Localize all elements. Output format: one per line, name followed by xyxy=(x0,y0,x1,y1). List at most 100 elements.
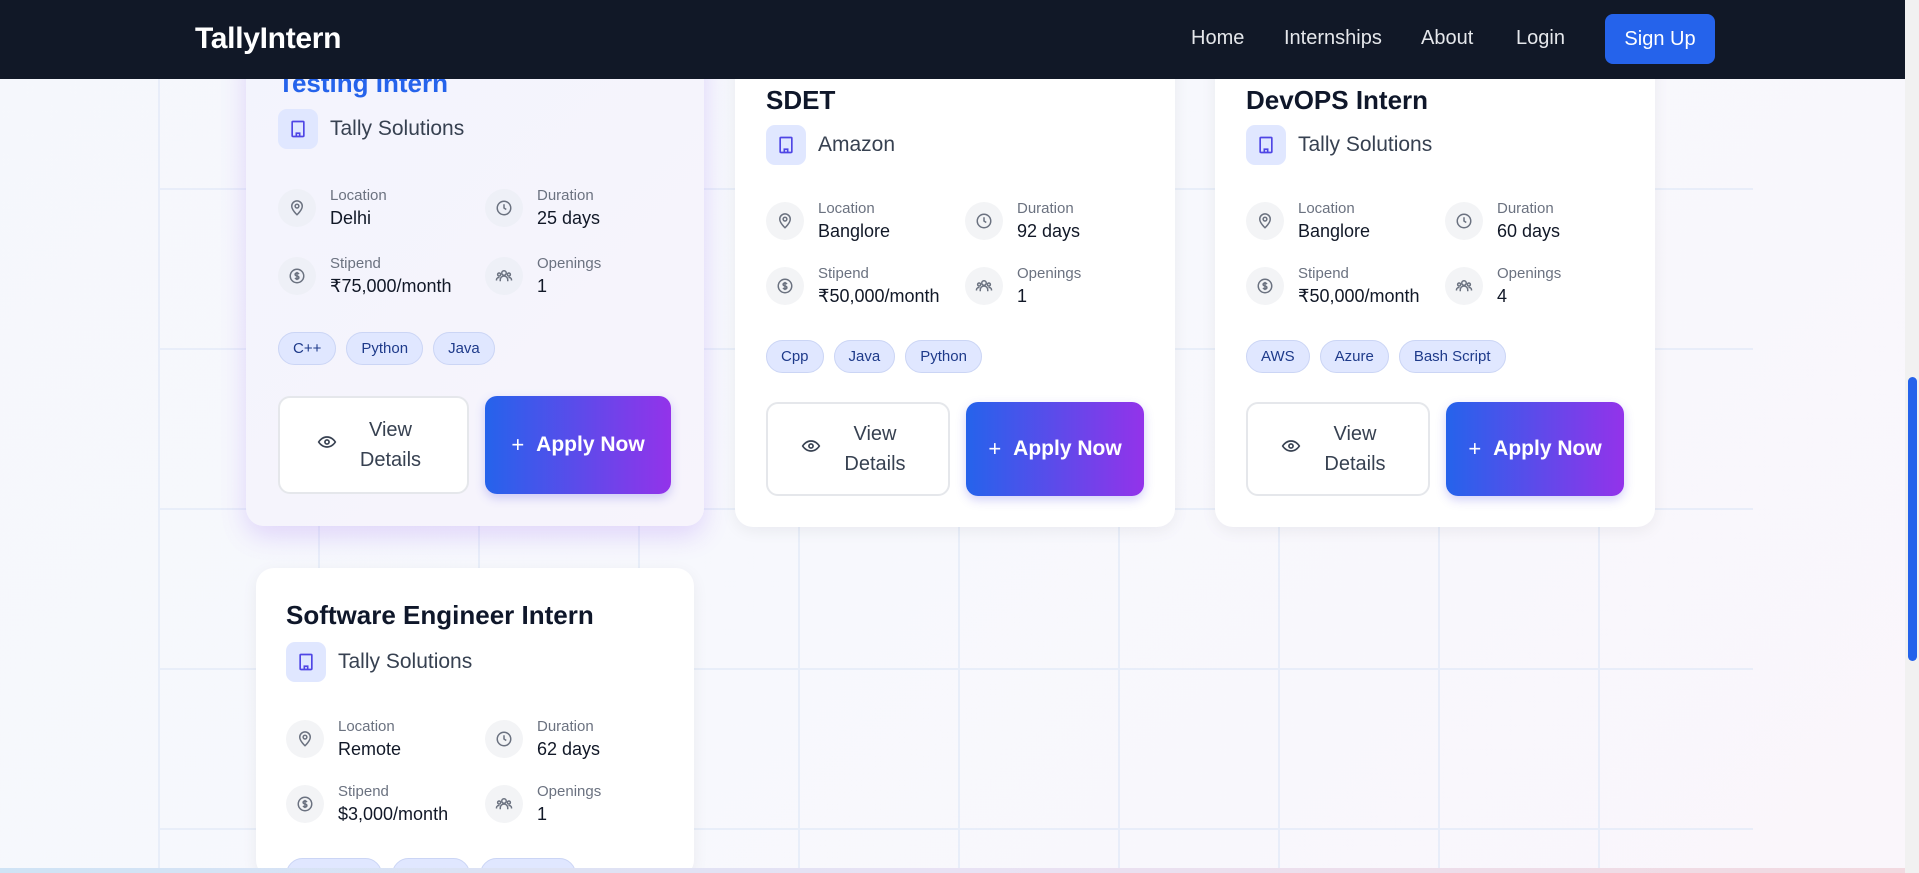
apply-now-button[interactable]: + Apply Now xyxy=(1446,402,1624,496)
internship-card: SDET Amazon Location Banglore Duration 92 … xyxy=(735,40,1175,527)
brand-logo[interactable]: TallyIntern xyxy=(195,22,341,56)
company: Tally Solutions xyxy=(278,109,464,149)
users-icon xyxy=(1445,267,1483,305)
eye-icon xyxy=(1281,436,1301,462)
info-label: Duration xyxy=(537,718,594,735)
info-label: Openings xyxy=(1017,265,1082,282)
users-icon xyxy=(485,257,523,295)
stipend-info: Stipend ₹75,000/month xyxy=(278,254,452,299)
location-value: Banglore xyxy=(818,221,891,241)
map-pin-icon xyxy=(1246,202,1284,240)
view-details-button[interactable]: View Details xyxy=(278,396,469,494)
company-name: Amazon xyxy=(818,133,896,156)
apply-now-label: Apply Now xyxy=(1493,437,1602,460)
location-info: Location Banglore xyxy=(1246,199,1370,244)
map-pin-icon xyxy=(286,720,324,758)
clock-icon xyxy=(485,189,523,227)
stipend-info: Stipend $3,000/month xyxy=(286,782,448,827)
info-label: Location xyxy=(338,718,395,735)
location-info: Location Banglore xyxy=(766,199,890,244)
duration-info: Duration 92 days xyxy=(965,199,1080,244)
nav-internships[interactable]: Internships xyxy=(1284,27,1382,50)
apply-now-button[interactable]: + Apply Now xyxy=(485,396,671,494)
building-icon xyxy=(1246,125,1286,165)
company: Tally Solutions xyxy=(1246,125,1432,165)
building-icon xyxy=(278,109,318,149)
skill-tag: Bash Script xyxy=(1398,340,1506,373)
skill-tag: AWS xyxy=(1246,340,1310,373)
view-details-button[interactable]: View Details xyxy=(1246,402,1430,496)
info-label: Location xyxy=(1298,200,1355,217)
openings-info: Openings 4 xyxy=(1445,264,1561,309)
map-pin-icon xyxy=(766,202,804,240)
skill-tag: Cpp xyxy=(766,340,824,373)
nav-about[interactable]: About xyxy=(1421,27,1473,50)
info-label: Stipend xyxy=(1298,265,1349,282)
view-details-label: View Details xyxy=(1324,423,1386,475)
view-details-label: View Details xyxy=(844,423,906,475)
company-name: Tally Solutions xyxy=(330,117,465,140)
stipend-value: ₹75,000/month xyxy=(330,276,452,296)
stipend-value: $3,000/month xyxy=(338,804,449,824)
nav-login[interactable]: Login xyxy=(1516,27,1565,50)
skill-tags: C++ Python Java xyxy=(278,332,495,365)
stipend-info: Stipend ₹50,000/month xyxy=(1246,264,1420,309)
openings-value: 1 xyxy=(1017,286,1028,306)
scrollbar[interactable] xyxy=(1905,0,1919,873)
duration-info: Duration 60 days xyxy=(1445,199,1560,244)
company-name: Tally Solutions xyxy=(338,650,473,673)
openings-info: Openings 1 xyxy=(965,264,1081,309)
dollar-icon xyxy=(278,257,316,295)
location-value: Banglore xyxy=(1298,221,1371,241)
skill-tags: AWS Azure Bash Script xyxy=(1246,340,1506,373)
duration-info: Duration 25 days xyxy=(485,186,600,231)
sign-up-button[interactable]: Sign Up xyxy=(1605,14,1715,64)
skill-tag: Java xyxy=(833,340,896,373)
skill-tag: Python xyxy=(905,340,982,373)
info-label: Openings xyxy=(537,783,602,800)
view-details-button[interactable]: View Details xyxy=(766,402,950,496)
stipend-value: ₹50,000/month xyxy=(1298,286,1420,306)
plus-icon: + xyxy=(1468,436,1482,461)
duration-value: 92 days xyxy=(1017,221,1081,241)
clock-icon xyxy=(1445,202,1483,240)
map-pin-icon xyxy=(278,189,316,227)
info-label: Duration xyxy=(1497,200,1554,217)
info-label: Location xyxy=(330,187,387,204)
openings-value: 1 xyxy=(537,804,548,824)
clock-icon xyxy=(965,202,1003,240)
users-icon xyxy=(965,267,1003,305)
info-label: Location xyxy=(818,200,875,217)
scrollbar-thumb[interactable] xyxy=(1908,377,1917,661)
apply-now-button[interactable]: + Apply Now xyxy=(966,402,1144,496)
clock-icon xyxy=(485,720,523,758)
company-name: Tally Solutions xyxy=(1298,133,1433,156)
skill-tag: Azure xyxy=(1319,340,1389,373)
stipend-value: ₹50,000/month xyxy=(818,286,940,306)
internship-card: Software Engineer Intern Tally Solutions… xyxy=(256,568,694,873)
view-details-label: View Details xyxy=(359,419,422,471)
users-icon xyxy=(485,785,523,823)
location-info: Location Delhi xyxy=(278,186,387,231)
dollar-icon xyxy=(766,267,804,305)
skill-tag: C++ xyxy=(278,332,337,365)
card-title: DevOPS Intern xyxy=(1246,85,1429,115)
nav-home[interactable]: Home xyxy=(1191,27,1244,50)
apply-now-label: Apply Now xyxy=(1013,437,1122,460)
duration-info: Duration 62 days xyxy=(485,717,600,762)
info-label: Openings xyxy=(537,255,602,272)
dollar-icon xyxy=(286,785,324,823)
dollar-icon xyxy=(1246,267,1284,305)
openings-value: 1 xyxy=(537,276,548,296)
plus-icon: + xyxy=(511,432,525,457)
duration-value: 60 days xyxy=(1497,221,1561,241)
building-icon xyxy=(766,125,806,165)
apply-now-label: Apply Now xyxy=(536,433,645,456)
info-label: Openings xyxy=(1497,265,1562,282)
skill-tag: Java xyxy=(433,332,495,365)
eye-icon xyxy=(801,436,821,462)
openings-info: Openings 1 xyxy=(485,254,601,299)
building-icon xyxy=(286,642,326,682)
plus-icon: + xyxy=(988,436,1002,461)
info-label: Stipend xyxy=(338,783,389,800)
